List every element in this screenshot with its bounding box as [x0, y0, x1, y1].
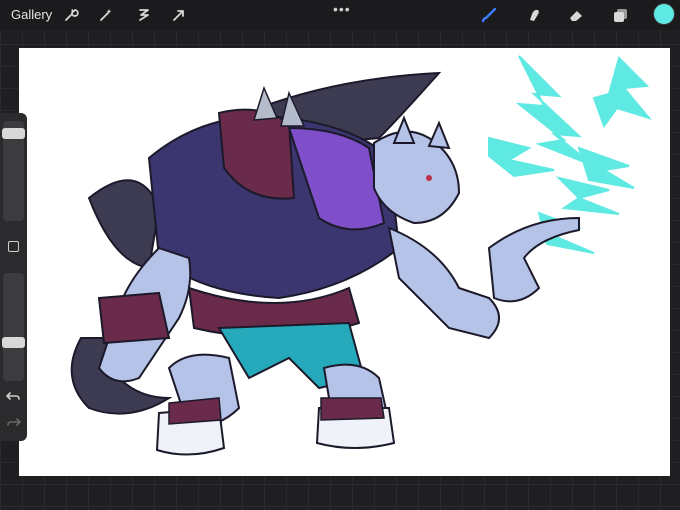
- drawing-canvas[interactable]: [19, 48, 670, 476]
- undo-arrow-icon[interactable]: [6, 390, 21, 403]
- square-icon[interactable]: [8, 241, 19, 252]
- brush-icon[interactable]: [480, 6, 498, 24]
- brush-size-thumb[interactable]: [2, 128, 25, 139]
- opacity-thumb[interactable]: [2, 337, 25, 348]
- brush-size-slider[interactable]: [2, 121, 25, 221]
- more-options-button[interactable]: •••: [333, 1, 351, 17]
- redo-arrow-icon[interactable]: [6, 416, 21, 429]
- wrench-icon[interactable]: [62, 6, 80, 24]
- left-sidebar: [0, 113, 27, 441]
- layers-icon[interactable]: [611, 6, 629, 24]
- transform-arrow-icon[interactable]: [170, 6, 188, 24]
- selection-icon[interactable]: [135, 6, 153, 24]
- top-toolbar: Gallery •••: [0, 0, 680, 30]
- magic-wand-icon[interactable]: [97, 6, 115, 24]
- color-picker-button[interactable]: [654, 4, 674, 24]
- gallery-button[interactable]: Gallery: [11, 7, 52, 22]
- eraser-icon[interactable]: [567, 6, 585, 24]
- werewolf-artwork: [70, 55, 652, 456]
- smudge-icon[interactable]: [525, 6, 543, 24]
- opacity-slider[interactable]: [2, 273, 25, 381]
